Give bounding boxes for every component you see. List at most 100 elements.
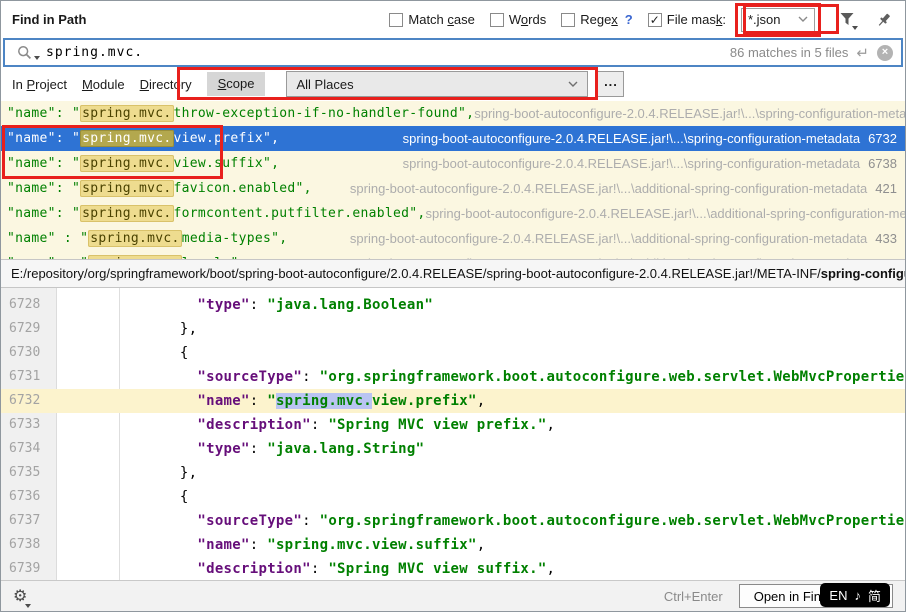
code-token: , xyxy=(477,393,486,409)
file-mask-label: File mask: xyxy=(667,12,726,27)
code-line: 6736 { xyxy=(1,485,905,509)
code-token: : xyxy=(250,297,267,313)
code-token xyxy=(145,441,197,457)
settings-gear-button[interactable]: ⚙ xyxy=(13,586,35,606)
match-highlight: spring.mvc. xyxy=(80,205,173,222)
result-snippet: "name": "spring.mvc.formcontent.putfilte… xyxy=(7,206,425,221)
code-text: "name": "spring.mvc.view.prefix", xyxy=(57,389,485,413)
search-options: Match case Words Regex ? ✓ File mask: *.… xyxy=(389,3,895,37)
result-location: spring-boot-autoconfigure-2.0.4.RELEASE.… xyxy=(474,106,905,121)
caret-icon xyxy=(852,26,858,30)
regex-checkbox[interactable]: Regex ? xyxy=(561,12,633,27)
clear-search-button[interactable]: × xyxy=(877,45,893,61)
result-file-path: spring-boot-autoconfigure-2.0.4.RELEASE.… xyxy=(403,156,860,171)
code-line: 6739 "description": "Spring MVC view suf… xyxy=(1,557,905,581)
code-text: "sourceType": "org.springframework.boot.… xyxy=(57,509,905,533)
scope-tab-module[interactable]: Module xyxy=(82,77,125,92)
occurrence-highlight: spring.mvc. xyxy=(276,393,372,409)
scope-more-button[interactable]: ... xyxy=(597,71,624,97)
result-snippet: "name": "spring.mvc.view.suffix", xyxy=(7,156,279,171)
code-token: "Spring MVC view prefix." xyxy=(328,417,546,433)
result-row[interactable]: "name": "spring.mvc.view.suffix", spring-… xyxy=(1,151,905,176)
file-path-text: E:/repository/org/springframework/boot/s… xyxy=(11,266,821,281)
ime-mode-icon: ♪ xyxy=(854,588,861,603)
result-row[interactable]: "name": "spring.mvc.throw-exception-if-n… xyxy=(1,101,905,126)
line-number: 6728 xyxy=(1,293,57,317)
search-input[interactable]: spring.mvc. xyxy=(46,45,722,60)
result-snippet: "name": "spring.mvc.throw-exception-if-n… xyxy=(7,106,474,121)
result-row[interactable]: "name": "spring.mvc.favicon.enabled",spr… xyxy=(1,176,905,201)
scope-dropdown[interactable]: All Places xyxy=(286,71,588,97)
code-preview-pane[interactable]: 6728 "type": "java.lang.Boolean"6729 },6… xyxy=(1,288,905,582)
code-text: "sourceType": "org.springframework.boot.… xyxy=(57,365,905,389)
scope-tab-in-project[interactable]: In Project xyxy=(12,77,67,92)
result-key-text: "name": " xyxy=(7,181,80,196)
ime-cn-label: 简 xyxy=(868,586,881,605)
code-token: : xyxy=(311,417,328,433)
line-number: 6733 xyxy=(1,413,57,437)
match-highlight: spring.mvc. xyxy=(80,105,173,122)
dialog-footer: ⚙ Ctrl+Enter Open in Find Window xyxy=(1,580,905,611)
result-value-text: throw-exception-if-no-handler-found", xyxy=(174,106,475,121)
result-snippet: "name": "spring.mvc.favicon.enabled", xyxy=(7,181,312,196)
code-line: 6730 { xyxy=(1,341,905,365)
code-line: 6737 "sourceType": "org.springframework.… xyxy=(1,509,905,533)
file-mask-value: *.json xyxy=(748,12,794,27)
result-value-text: formcontent.putfilter.enabled", xyxy=(174,206,426,221)
file-mask-checkbox[interactable]: ✓ File mask: xyxy=(648,12,726,27)
regex-label: Regex xyxy=(580,12,618,27)
match-count-label: 86 matches in 5 files xyxy=(730,45,849,60)
result-row[interactable]: "name": "spring.mvc.view.prefix",spring-… xyxy=(1,126,905,151)
checkbox-box[interactable] xyxy=(389,13,403,27)
new-line-icon[interactable]: ↵ xyxy=(856,44,869,62)
ime-language-indicator: EN ♪ 简 xyxy=(820,583,890,607)
code-text: }, xyxy=(57,461,197,485)
search-history-button[interactable] xyxy=(12,42,38,64)
chevron-down-icon xyxy=(798,16,808,23)
result-location: spring-boot-autoconfigure-2.0.4.RELEASE.… xyxy=(350,231,897,246)
code-line: 6734 "type": "java.lang.String" xyxy=(1,437,905,461)
line-number: 6732 xyxy=(1,389,57,413)
match-case-checkbox[interactable]: Match case xyxy=(389,12,474,27)
scope-tab-scope-selected[interactable]: Scope xyxy=(207,72,266,96)
search-field[interactable]: spring.mvc. 86 matches in 5 files ↵ × xyxy=(3,38,903,67)
dialog-header: Find in Path Match case Words Regex ? ✓ … xyxy=(1,1,905,38)
words-label: Words xyxy=(509,12,546,27)
code-line: 6735 }, xyxy=(1,461,905,485)
result-row[interactable]: "name" : "spring.mvc.locale",spring-boot… xyxy=(1,251,905,259)
code-token: "sourceType" xyxy=(197,513,302,529)
code-token: "sourceType" xyxy=(197,369,302,385)
result-location: spring-boot-autoconfigure-2.0.4.RELEASE.… xyxy=(403,131,897,146)
code-token: : xyxy=(250,537,267,553)
code-line: 6729 }, xyxy=(1,317,905,341)
checkbox-box[interactable] xyxy=(561,13,575,27)
file-mask-combo-annotated: *.json xyxy=(735,3,821,37)
scope-tab-directory[interactable]: Directory xyxy=(140,77,192,92)
pin-icon xyxy=(876,12,892,28)
result-location: spring-boot-autoconfigure-2.0.4.RELEASE.… xyxy=(425,206,905,221)
code-text: "description": "Spring MVC view prefix."… xyxy=(57,413,555,437)
file-mask-dropdown[interactable]: *.json xyxy=(741,8,815,32)
result-file-path: spring-boot-autoconfigure-2.0.4.RELEASE.… xyxy=(425,206,905,221)
match-highlight: spring.mvc. xyxy=(80,155,173,172)
checkbox-box-checked[interactable]: ✓ xyxy=(648,13,662,27)
code-token xyxy=(145,393,197,409)
result-row[interactable]: "name": "spring.mvc.formcontent.putfilte… xyxy=(1,201,905,226)
pin-dialog-button[interactable] xyxy=(873,9,895,31)
result-row[interactable]: "name" : "spring.mvc.media-types",spring… xyxy=(1,226,905,251)
line-number: 6731 xyxy=(1,365,57,389)
line-number: 6734 xyxy=(1,437,57,461)
words-checkbox[interactable]: Words xyxy=(490,12,546,27)
checkbox-box[interactable] xyxy=(490,13,504,27)
file-name-bold: spring-configuration-metada xyxy=(821,266,905,281)
result-key-text: "name": " xyxy=(7,131,80,146)
filter-options-button[interactable] xyxy=(836,9,858,31)
chevron-down-icon xyxy=(568,81,578,88)
result-key-text: "name" : " xyxy=(7,231,88,246)
regex-help-link[interactable]: ? xyxy=(625,12,633,27)
match-highlight: spring.mvc. xyxy=(88,230,181,247)
code-token: view.prefix" xyxy=(372,393,477,409)
code-token xyxy=(145,417,197,433)
code-line: 6732 "name": "spring.mvc.view.prefix", xyxy=(1,389,905,413)
ime-en-label: EN xyxy=(829,588,847,603)
